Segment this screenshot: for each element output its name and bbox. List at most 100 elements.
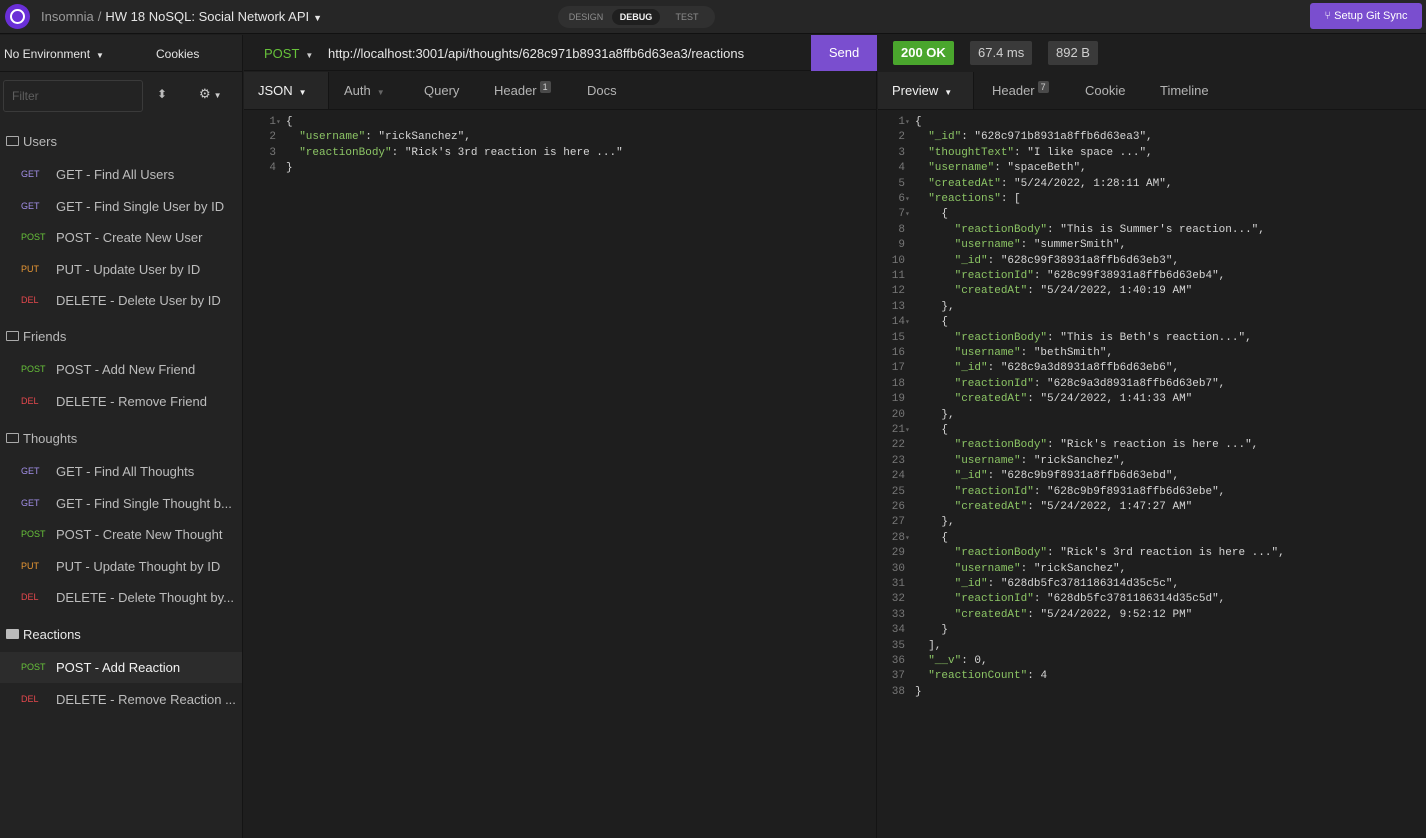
request-name: DELETE - Delete Thought by... [56, 590, 234, 606]
request-name: GET - Find All Thoughts [56, 464, 195, 479]
line-number: 8 [898, 223, 905, 236]
tab-debug[interactable]: DEBUG [612, 9, 660, 25]
sidebar-request-item[interactable]: PUT PUT - Update Thought by ID [0, 551, 242, 582]
environment-label: No Environment [4, 47, 91, 61]
code-text: "reactionCount": 4 [928, 670, 1048, 683]
tab-test[interactable]: TEST [662, 9, 712, 25]
response-body-viewer[interactable]: 1▾{2 "_id": "628c971b8931a8ffb6d63ea3", 3… [877, 115, 1417, 825]
sidebar-request-item[interactable]: POST POST - Add New Friend [0, 354, 242, 385]
sidebar-folder[interactable]: Friends [6, 327, 66, 347]
cookies-button[interactable]: Cookies [156, 47, 199, 61]
sidebar-folder-label: Friends [23, 329, 67, 344]
sidebar-request-item[interactable]: POST POST - Create New Thought [0, 519, 242, 550]
tab-timeline[interactable]: Timeline [1160, 72, 1209, 109]
code-line: 9 "username": "summerSmith", [877, 238, 1126, 253]
tab-preview[interactable]: Preview ▼ [878, 72, 974, 109]
header-count-badge: 1 [539, 81, 551, 93]
tab-header[interactable]: Header 1 [494, 72, 551, 109]
fold-toggle-icon[interactable]: ▾ [905, 192, 915, 207]
breadcrumb-app[interactable]: Insomnia [41, 9, 94, 24]
sidebar-folder[interactable]: Reactions [6, 625, 81, 645]
fold-toggle-icon[interactable]: ▾ [905, 315, 915, 330]
code-line: 8 "reactionBody": "This is Summer's reac… [877, 223, 1265, 238]
mode-switcher: DESIGN DEBUG TEST [558, 6, 715, 28]
sidebar-request-item[interactable]: DEL DELETE - Remove Reaction ... [0, 684, 242, 715]
code-text: }, [915, 300, 955, 313]
line-number: 7 [898, 208, 905, 221]
code-line: 26 "createdAt": "5/24/2022, 1:47:27 AM" [877, 500, 1192, 515]
code-line: 31 "_id": "628db5fc3781186314d35c5c", [877, 577, 1179, 592]
request-name: DELETE - Remove Friend [56, 393, 207, 409]
code-line: 12 "createdAt": "5/24/2022, 1:40:19 AM" [877, 284, 1192, 299]
sidebar-request-item[interactable]: DEL DELETE - Delete Thought by... [0, 582, 242, 613]
line-number: 38 [891, 685, 905, 698]
fold-toggle-icon[interactable]: ▾ [905, 423, 915, 438]
add-item-button[interactable]: ⚙ ▼ [199, 86, 222, 102]
sidebar-request-item[interactable]: POST POST - Add Reaction [0, 652, 242, 683]
sidebar-request-item[interactable]: DEL DELETE - Delete User by ID [0, 285, 242, 316]
line-number: 9 [898, 239, 905, 252]
code-text: } [286, 162, 293, 175]
tab-cookie[interactable]: Cookie [1085, 72, 1125, 109]
line-number: 30 [891, 562, 905, 575]
tab-query[interactable]: Query [424, 72, 459, 109]
sidebar-folder[interactable]: Users [6, 132, 57, 152]
code-text: "reactions": [ [928, 193, 1021, 205]
tab-body-json[interactable]: JSON ▼ [244, 72, 329, 109]
code-line: 4} [248, 161, 293, 176]
fold-toggle-icon[interactable]: ▾ [276, 115, 286, 130]
request-name: POST - Create New User [56, 230, 203, 246]
code-text: } [915, 685, 922, 698]
code-line: 20 }, [877, 408, 955, 423]
request-method-tag: POST [21, 529, 46, 540]
tab-auth-label: Auth [344, 83, 371, 98]
tab-body-label: JSON [258, 83, 293, 98]
environment-selector[interactable]: No Environment ▼ [4, 47, 104, 61]
code-text: { [286, 116, 293, 128]
response-time-badge: 67.4 ms [970, 41, 1033, 65]
setup-git-sync-label: Setup Git Sync [1334, 10, 1408, 22]
request-body-editor[interactable]: 1▾{2 "username": "rickSanchez", 3 "reacti… [248, 115, 868, 815]
tab-auth[interactable]: Auth ▼ [344, 72, 385, 109]
setup-git-sync-button[interactable]: ⑂ Setup Git Sync [1310, 3, 1422, 29]
send-button[interactable]: Send [811, 35, 877, 71]
chevron-down-icon: ▼ [376, 88, 385, 97]
response-header-count-badge: 7 [1037, 81, 1049, 93]
code-line: 7▾ { [877, 207, 948, 222]
code-text: "reactionBody": "This is Summer's reacti… [954, 223, 1265, 236]
code-text: { [915, 208, 949, 221]
fold-toggle-icon[interactable]: ▾ [905, 115, 915, 130]
folder-icon [6, 331, 19, 341]
insomnia-logo-icon[interactable] [5, 4, 30, 29]
code-line: 10 "_id": "628c99f38931a8ffb6d63eb3", [877, 254, 1179, 269]
sidebar-request-item[interactable]: PUT PUT - Update User by ID [0, 254, 242, 285]
url-input[interactable]: http://localhost:3001/api/thoughts/628c9… [328, 46, 744, 61]
tab-response-header[interactable]: Header 7 [992, 72, 1049, 109]
tab-design[interactable]: DESIGN [562, 9, 610, 25]
code-line: 1▾{ [877, 115, 921, 130]
code-text: "_id": "628db5fc3781186314d35c5c", [954, 578, 1180, 590]
sidebar-request-item[interactable]: DEL DELETE - Remove Friend [0, 386, 242, 417]
fold-toggle-icon[interactable]: ▾ [905, 207, 915, 222]
sidebar-request-item[interactable]: GET GET - Find Single User by ID [0, 191, 242, 222]
code-text: "_id": "628c99f38931a8ffb6d63eb3", [954, 254, 1180, 267]
fold-toggle-icon[interactable]: ▾ [905, 531, 915, 546]
method-selector[interactable]: POST ▼ [264, 46, 313, 61]
code-text: "reactionId": "628c9a3d8931a8ffb6d63eb7"… [954, 377, 1226, 390]
code-text: "username": "bethSmith", [954, 347, 1114, 359]
code-text: "_id": "628c971b8931a8ffb6d63ea3", [928, 131, 1153, 144]
code-text: }, [915, 408, 955, 421]
chevron-down-icon[interactable]: ▼ [313, 13, 322, 23]
sort-icon[interactable]: ⬍ [157, 87, 167, 101]
sidebar-folder[interactable]: Thoughts [6, 429, 77, 449]
filter-input[interactable] [3, 80, 143, 112]
line-number: 11 [891, 270, 905, 282]
tab-docs[interactable]: Docs [587, 72, 617, 109]
line-number: 25 [891, 485, 905, 498]
sidebar-request-item[interactable]: GET GET - Find Single Thought b... [0, 488, 242, 519]
breadcrumb-project[interactable]: HW 18 NoSQL: Social Network API [105, 9, 309, 24]
sidebar-request-item[interactable]: POST POST - Create New User [0, 222, 242, 253]
line-number: 17 [891, 362, 905, 375]
sidebar-request-item[interactable]: GET GET - Find All Thoughts [0, 456, 242, 487]
sidebar-request-item[interactable]: GET GET - Find All Users [0, 159, 242, 190]
